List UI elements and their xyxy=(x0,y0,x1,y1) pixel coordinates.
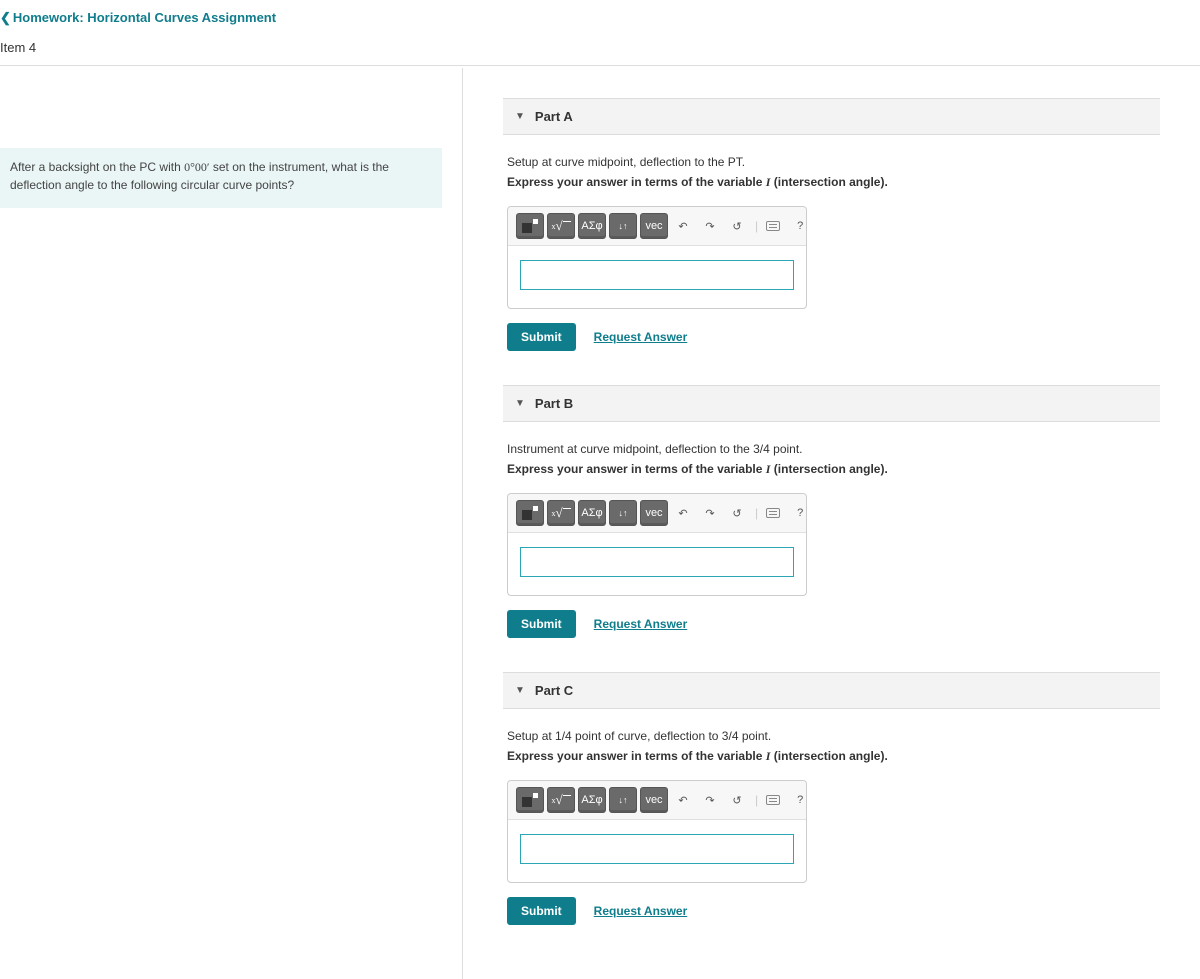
answer-panel: x√ ΑΣφ ↓↑ vec ↶ ↷ ↺ | ? xyxy=(507,206,807,309)
toolbar-separator: | xyxy=(755,506,758,520)
toolbar-separator: | xyxy=(755,219,758,233)
answer-input-wrap xyxy=(508,533,806,595)
submit-row: Submit Request Answer xyxy=(507,323,1156,351)
part-header[interactable]: ▼ Part C xyxy=(503,672,1160,709)
part-description: Setup at 1/4 point of curve, deflection … xyxy=(507,729,1156,743)
caret-down-icon: ▼ xyxy=(515,685,525,696)
chevron-left-icon: ❮ xyxy=(0,10,11,26)
question-angle: 0°00′ xyxy=(184,160,209,174)
submit-button[interactable]: Submit xyxy=(507,897,576,925)
part-content: Instrument at curve midpoint, deflection… xyxy=(503,442,1160,638)
breadcrumb[interactable]: ❮Homework: Horizontal Curves Assignment xyxy=(0,0,1200,34)
part-title: Part B xyxy=(535,396,573,411)
greek-button[interactable]: ΑΣφ xyxy=(578,787,606,813)
answer-input-wrap xyxy=(508,246,806,308)
submit-row: Submit Request Answer xyxy=(507,610,1156,638)
divider xyxy=(0,65,1200,66)
submit-button[interactable]: Submit xyxy=(507,610,576,638)
xroot-button[interactable]: x√ xyxy=(547,787,575,813)
answer-panel: x√ ΑΣφ ↓↑ vec ↶ ↷ ↺ | ? xyxy=(507,493,807,596)
part-instruction: Express your answer in terms of the vari… xyxy=(507,175,1156,190)
answer-toolbar: x√ ΑΣφ ↓↑ vec ↶ ↷ ↺ | ? xyxy=(508,494,806,533)
keyboard-button[interactable] xyxy=(761,213,785,239)
keyboard-icon xyxy=(766,508,780,518)
answer-input-wrap xyxy=(508,820,806,882)
part-instruction: Express your answer in terms of the vari… xyxy=(507,462,1156,477)
vector-button[interactable]: vec xyxy=(640,213,668,239)
greek-button[interactable]: ΑΣφ xyxy=(578,213,606,239)
greek-button[interactable]: ΑΣφ xyxy=(578,500,606,526)
templates-button[interactable] xyxy=(516,787,544,813)
request-answer-link[interactable]: Request Answer xyxy=(594,330,688,344)
part-instruction: Express your answer in terms of the vari… xyxy=(507,749,1156,764)
part-description: Setup at curve midpoint, deflection to t… xyxy=(507,155,1156,169)
request-answer-link[interactable]: Request Answer xyxy=(594,617,688,631)
subscript-button[interactable]: ↓↑ xyxy=(609,787,637,813)
reset-button[interactable]: ↺ xyxy=(725,213,749,239)
subscript-button[interactable]: ↓↑ xyxy=(609,213,637,239)
part-content: Setup at curve midpoint, deflection to t… xyxy=(503,155,1160,351)
reset-button[interactable]: ↺ xyxy=(725,500,749,526)
vector-button[interactable]: vec xyxy=(640,787,668,813)
answers-column: ▼ Part A Setup at curve midpoint, deflec… xyxy=(463,68,1200,979)
part-header[interactable]: ▼ Part B xyxy=(503,385,1160,422)
keyboard-button[interactable] xyxy=(761,787,785,813)
undo-button[interactable]: ↶ xyxy=(671,787,695,813)
submit-button[interactable]: Submit xyxy=(507,323,576,351)
answer-input[interactable] xyxy=(520,834,794,864)
reset-button[interactable]: ↺ xyxy=(725,787,749,813)
part-block-a: ▼ Part A Setup at curve midpoint, deflec… xyxy=(503,98,1160,351)
question-column: After a backsight on the PC with 0°00′ s… xyxy=(0,68,463,979)
question-box: After a backsight on the PC with 0°00′ s… xyxy=(0,148,442,208)
help-button[interactable]: ? xyxy=(788,500,812,526)
templates-button[interactable] xyxy=(516,213,544,239)
redo-button[interactable]: ↷ xyxy=(698,787,722,813)
part-header[interactable]: ▼ Part A xyxy=(503,98,1160,135)
question-text-before: After a backsight on the PC with xyxy=(10,160,184,174)
caret-down-icon: ▼ xyxy=(515,111,525,122)
keyboard-button[interactable] xyxy=(761,500,785,526)
keyboard-icon xyxy=(766,795,780,805)
redo-button[interactable]: ↷ xyxy=(698,213,722,239)
toolbar-separator: | xyxy=(755,793,758,807)
part-title: Part A xyxy=(535,109,573,124)
undo-button[interactable]: ↶ xyxy=(671,213,695,239)
answer-toolbar: x√ ΑΣφ ↓↑ vec ↶ ↷ ↺ | ? xyxy=(508,781,806,820)
xroot-button[interactable]: x√ xyxy=(547,213,575,239)
part-title: Part C xyxy=(535,683,573,698)
vector-button[interactable]: vec xyxy=(640,500,668,526)
breadcrumb-label: Homework: Horizontal Curves Assignment xyxy=(13,10,276,25)
xroot-button[interactable]: x√ xyxy=(547,500,575,526)
submit-row: Submit Request Answer xyxy=(507,897,1156,925)
caret-down-icon: ▼ xyxy=(515,398,525,409)
templates-button[interactable] xyxy=(516,500,544,526)
subscript-button[interactable]: ↓↑ xyxy=(609,500,637,526)
help-button[interactable]: ? xyxy=(788,213,812,239)
part-content: Setup at 1/4 point of curve, deflection … xyxy=(503,729,1160,925)
help-button[interactable]: ? xyxy=(788,787,812,813)
part-block-c: ▼ Part C Setup at 1/4 point of curve, de… xyxy=(503,672,1160,925)
undo-button[interactable]: ↶ xyxy=(671,500,695,526)
item-title: Item 4 xyxy=(0,34,1200,65)
redo-button[interactable]: ↷ xyxy=(698,500,722,526)
keyboard-icon xyxy=(766,221,780,231)
answer-panel: x√ ΑΣφ ↓↑ vec ↶ ↷ ↺ | ? xyxy=(507,780,807,883)
part-block-b: ▼ Part B Instrument at curve midpoint, d… xyxy=(503,385,1160,638)
request-answer-link[interactable]: Request Answer xyxy=(594,904,688,918)
answer-input[interactable] xyxy=(520,260,794,290)
part-description: Instrument at curve midpoint, deflection… xyxy=(507,442,1156,456)
answer-input[interactable] xyxy=(520,547,794,577)
answer-toolbar: x√ ΑΣφ ↓↑ vec ↶ ↷ ↺ | ? xyxy=(508,207,806,246)
